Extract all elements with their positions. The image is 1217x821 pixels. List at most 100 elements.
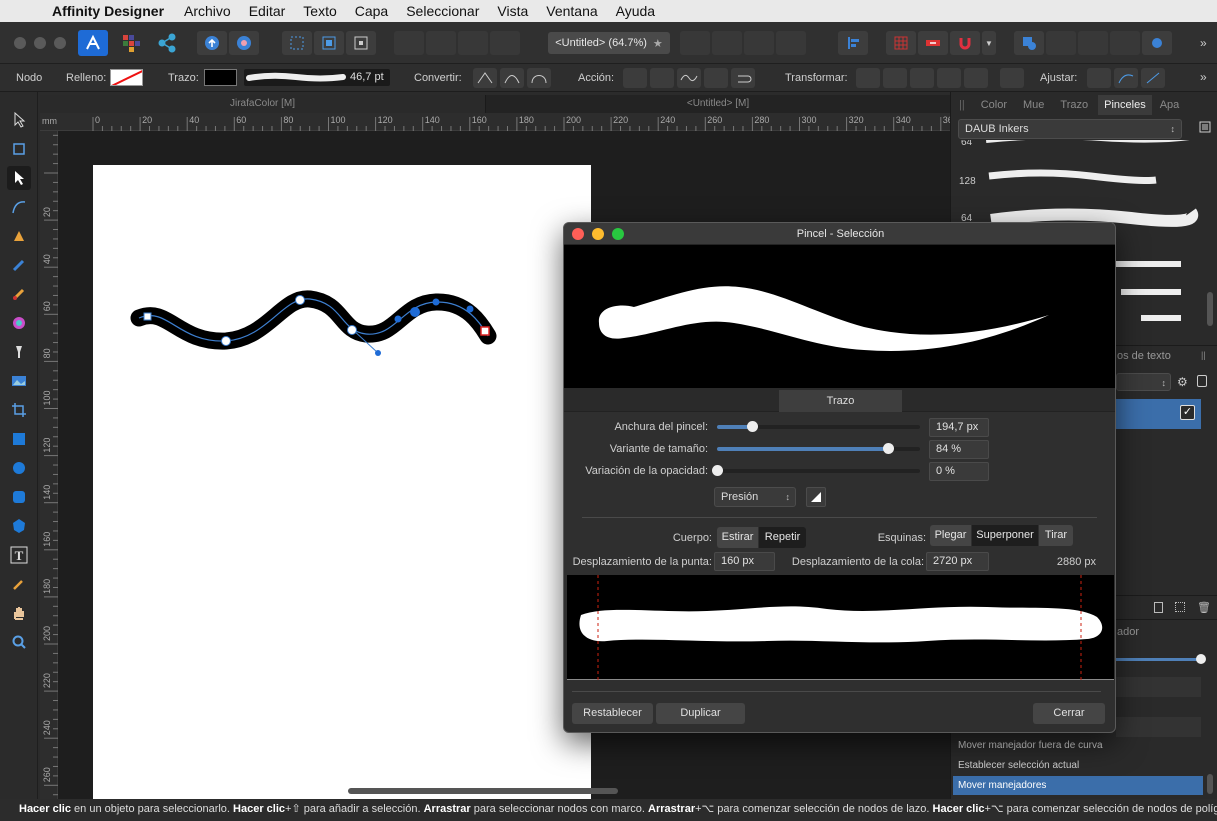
crop-tool-icon[interactable] — [7, 398, 31, 422]
curve-handle[interactable] — [466, 305, 474, 313]
align-icon[interactable] — [838, 31, 868, 55]
brush-width-field[interactable]: 194,7 px — [929, 418, 989, 437]
close-curve-icon[interactable] — [650, 68, 674, 88]
tab-appearance[interactable]: Apa — [1160, 99, 1180, 111]
panel-menu-icon[interactable] — [1199, 120, 1211, 134]
history-scrollbar[interactable] — [1207, 774, 1213, 794]
rectangle-tool-icon[interactable] — [7, 427, 31, 451]
stroke-swatch[interactable] — [204, 69, 237, 86]
window-close-button[interactable] — [14, 37, 26, 49]
boolean-subtract-icon[interactable] — [1046, 31, 1076, 55]
text-style-checkbox[interactable]: ✓ — [1180, 405, 1195, 420]
text-style-select[interactable]: ↕ — [1116, 373, 1171, 391]
reverse-curve-icon[interactable] — [731, 68, 755, 88]
history-item[interactable]: Establecer selección actual — [953, 756, 1203, 775]
boolean-divide-icon[interactable] — [1142, 31, 1172, 55]
point-transform-tool-icon[interactable] — [7, 195, 31, 219]
stroke-segment-editor[interactable] — [567, 575, 1114, 680]
boolean-xor-icon[interactable] — [1110, 31, 1140, 55]
settings-flower-icon[interactable] — [229, 31, 259, 55]
menu-seleccionar[interactable]: Seleccionar — [406, 3, 479, 19]
magnet-dropdown-icon[interactable]: ▼ — [982, 31, 996, 55]
export-persona-icon[interactable] — [154, 30, 180, 56]
convert-smooth-icon[interactable] — [500, 68, 524, 88]
pixel-persona-icon[interactable] — [118, 30, 144, 56]
dialog-close-icon[interactable] — [572, 228, 584, 240]
node-tool-icon[interactable] — [7, 166, 31, 190]
selection-box-2-icon[interactable] — [314, 31, 344, 55]
transform-eye-icon[interactable] — [910, 68, 934, 88]
curve-handle[interactable] — [394, 315, 402, 323]
horizontal-scrollbar[interactable] — [348, 788, 618, 794]
trash-icon[interactable]: 🗑 — [1197, 601, 1211, 614]
curve-handle[interactable] — [432, 298, 440, 306]
snap-option-2-icon[interactable] — [1114, 68, 1138, 88]
curve-node[interactable] — [221, 336, 231, 346]
menu-capa[interactable]: Capa — [355, 3, 388, 19]
history-tab-partial[interactable]: ador — [1117, 626, 1139, 638]
size-variance-field[interactable]: 84 % — [929, 440, 989, 459]
dialog-zoom-icon[interactable] — [612, 228, 624, 240]
tab-color[interactable]: Color — [981, 99, 1007, 111]
duplicate-button[interactable]: Duplicar — [656, 703, 745, 724]
lock-icon[interactable] — [1197, 375, 1207, 387]
convert-smart-icon[interactable] — [527, 68, 551, 88]
shape-tool-icon[interactable] — [7, 514, 31, 538]
magnet-icon[interactable] — [950, 31, 980, 55]
window-zoom-button[interactable] — [54, 37, 66, 49]
corners-overlap-button[interactable]: Superponer — [972, 525, 1038, 546]
menu-ventana[interactable]: Ventana — [546, 3, 597, 19]
head-offset-field[interactable]: 160 px — [714, 552, 775, 571]
menu-archivo[interactable]: Archivo — [184, 3, 231, 19]
zoom-tool-icon[interactable] — [7, 630, 31, 654]
curve-node[interactable] — [295, 295, 305, 305]
end-node[interactable] — [480, 326, 490, 336]
dialog-titlebar[interactable]: Pincel - Selección — [564, 223, 1115, 245]
rotate-right-icon[interactable] — [776, 31, 806, 55]
menu-ayuda[interactable]: Ayuda — [616, 3, 655, 19]
window-minimize-button[interactable] — [34, 37, 46, 49]
document-zoom-tab[interactable]: <Untitled> (64.7%) ★ — [548, 32, 670, 54]
brush-width-slider[interactable] — [717, 421, 920, 432]
transform-origin-icon[interactable] — [346, 31, 376, 55]
handle-point[interactable] — [375, 350, 381, 356]
ellipse-tool-icon[interactable] — [7, 456, 31, 480]
tab-swatches[interactable]: Mue — [1023, 99, 1044, 111]
rounded-rectangle-tool-icon[interactable] — [7, 485, 31, 509]
vector-brush-tool-icon[interactable] — [7, 282, 31, 306]
dialog-minimize-icon[interactable] — [592, 228, 604, 240]
curve-node-selected[interactable] — [410, 307, 420, 317]
menu-editar[interactable]: Editar — [249, 3, 286, 19]
arrange-front-icon[interactable] — [490, 31, 520, 55]
corners-fold-button[interactable]: Plegar — [930, 525, 971, 546]
size-variance-slider[interactable] — [717, 443, 920, 454]
share-icon[interactable] — [197, 31, 227, 55]
move-tool-icon[interactable] — [7, 108, 31, 132]
menu-vista[interactable]: Vista — [497, 3, 528, 19]
corners-pull-button[interactable]: Tirar — [1039, 525, 1073, 546]
rotate-left-icon[interactable] — [744, 31, 774, 55]
arrange-forward-icon[interactable] — [458, 31, 488, 55]
color-picker-tool-icon[interactable] — [7, 572, 31, 596]
grid-snapping-icon[interactable] — [886, 31, 916, 55]
history-item[interactable]: Mover manejador fuera de curva — [953, 736, 1203, 755]
arrange-back-icon[interactable] — [394, 31, 424, 55]
fill-tool-icon[interactable] — [7, 311, 31, 335]
snapping-toggle-icon[interactable] — [918, 31, 948, 55]
history-slider[interactable] — [1116, 658, 1201, 661]
transform-box-icon[interactable] — [856, 68, 880, 88]
gear-icon[interactable]: ⚙ — [1177, 375, 1188, 389]
pencil-tool-icon[interactable] — [7, 253, 31, 277]
break-curve-icon[interactable] — [623, 68, 647, 88]
brush-list-scrollbar[interactable] — [1207, 292, 1213, 326]
curve-node[interactable] — [347, 325, 357, 335]
snap-option-1-icon[interactable] — [1087, 68, 1111, 88]
reset-button[interactable]: Restablecer — [572, 703, 653, 724]
new-document-icon[interactable] — [1154, 602, 1163, 613]
brush-category-select[interactable]: DAUB Inkers ↕ — [958, 119, 1182, 139]
selection-box-icon[interactable] — [282, 31, 312, 55]
flip-horizontal-icon[interactable] — [680, 31, 710, 55]
boolean-intersect-icon[interactable] — [1078, 31, 1108, 55]
slider-knob[interactable] — [712, 465, 723, 476]
fill-swatch[interactable] — [110, 69, 143, 86]
